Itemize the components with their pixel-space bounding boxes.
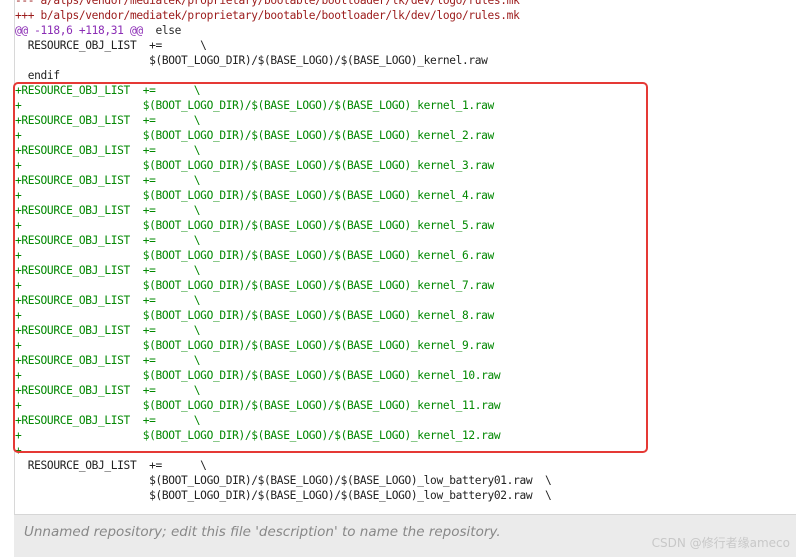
repository-description: Unnamed repository; edit this file 'desc…	[24, 524, 501, 540]
added-line-empty: +	[15, 444, 22, 457]
context-line: endif	[15, 69, 60, 82]
added-line: +RESOURCE_OBJ_LIST += \	[15, 234, 201, 247]
added-line: + $(BOOT_LOGO_DIR)/$(BASE_LOGO)/$(BASE_L…	[15, 129, 494, 142]
added-line: +RESOURCE_OBJ_LIST += \	[15, 324, 201, 337]
hunk-context: else	[142, 24, 182, 37]
added-line: + $(BOOT_LOGO_DIR)/$(BASE_LOGO)/$(BASE_L…	[15, 189, 494, 202]
added-line: +RESOURCE_OBJ_LIST += \	[15, 114, 201, 127]
context-line: $(BOOT_LOGO_DIR)/$(BASE_LOGO)/$(BASE_LOG…	[15, 54, 488, 67]
added-line: + $(BOOT_LOGO_DIR)/$(BASE_LOGO)/$(BASE_L…	[15, 339, 494, 352]
diff-view: --- a/alps/vendor/mediatek/proprietary/b…	[15, 0, 796, 503]
context-line: $(BOOT_LOGO_DIR)/$(BASE_LOGO)/$(BASE_LOG…	[15, 474, 552, 487]
added-line: + $(BOOT_LOGO_DIR)/$(BASE_LOGO)/$(BASE_L…	[15, 159, 494, 172]
added-line: +RESOURCE_OBJ_LIST += \	[15, 294, 201, 307]
added-line: +RESOURCE_OBJ_LIST += \	[15, 144, 201, 157]
added-line: + $(BOOT_LOGO_DIR)/$(BASE_LOGO)/$(BASE_L…	[15, 369, 501, 382]
context-line: RESOURCE_OBJ_LIST += \	[15, 459, 207, 472]
added-line: + $(BOOT_LOGO_DIR)/$(BASE_LOGO)/$(BASE_L…	[15, 429, 501, 442]
added-line: + $(BOOT_LOGO_DIR)/$(BASE_LOGO)/$(BASE_L…	[15, 309, 494, 322]
hunk-range: @@ -118,6 +118,31 @@	[15, 24, 143, 37]
repository-footer: Unnamed repository; edit this file 'desc…	[14, 514, 796, 557]
added-line: +RESOURCE_OBJ_LIST += \	[15, 204, 201, 217]
added-line: +RESOURCE_OBJ_LIST += \	[15, 264, 201, 277]
added-line: + $(BOOT_LOGO_DIR)/$(BASE_LOGO)/$(BASE_L…	[15, 249, 494, 262]
context-line: $(BOOT_LOGO_DIR)/$(BASE_LOGO)/$(BASE_LOG…	[15, 489, 552, 502]
added-line: + $(BOOT_LOGO_DIR)/$(BASE_LOGO)/$(BASE_L…	[15, 219, 494, 232]
hunk-header: @@ -118,6 +118,31 @@ else	[15, 23, 796, 38]
added-line: + $(BOOT_LOGO_DIR)/$(BASE_LOGO)/$(BASE_L…	[15, 99, 494, 112]
added-line: +RESOURCE_OBJ_LIST += \	[15, 84, 201, 97]
added-line: +RESOURCE_OBJ_LIST += \	[15, 174, 201, 187]
context-line: RESOURCE_OBJ_LIST += \	[15, 39, 207, 52]
added-line: +RESOURCE_OBJ_LIST += \	[15, 414, 201, 427]
added-line: + $(BOOT_LOGO_DIR)/$(BASE_LOGO)/$(BASE_L…	[15, 279, 494, 292]
added-line: + $(BOOT_LOGO_DIR)/$(BASE_LOGO)/$(BASE_L…	[15, 399, 501, 412]
added-line: +RESOURCE_OBJ_LIST += \	[15, 384, 201, 397]
watermark: CSDN @修行者缘ameco	[651, 536, 790, 550]
added-line: +RESOURCE_OBJ_LIST += \	[15, 354, 201, 367]
diff-header-old: --- a/alps/vendor/mediatek/proprietary/b…	[15, 0, 520, 7]
diff-header-new: +++ b/alps/vendor/mediatek/proprietary/b…	[15, 9, 520, 22]
